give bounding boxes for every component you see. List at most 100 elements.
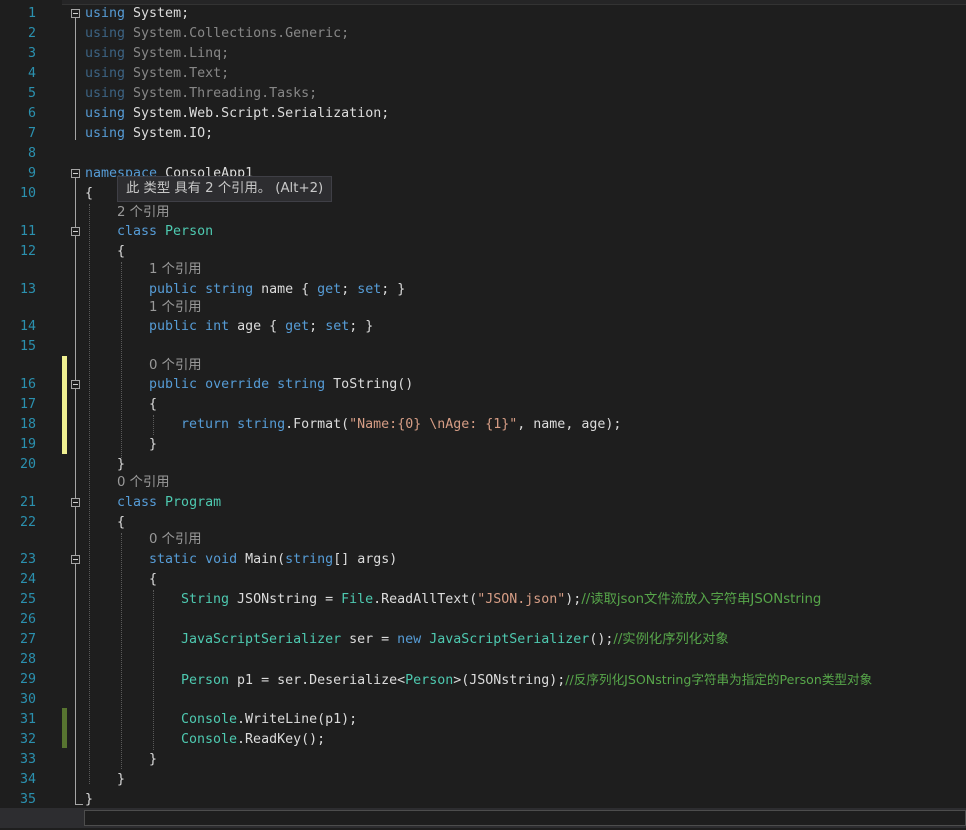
code-line[interactable]: Console.WriteLine(p1); — [181, 710, 357, 730]
string-literal: "Name:{0} \nAge: {1}" — [349, 417, 518, 432]
line-number: 23 — [19, 552, 36, 567]
keyword: using — [85, 66, 126, 81]
type-name: Console — [181, 712, 238, 727]
line-number: 30 — [19, 692, 36, 707]
type-name: Person — [405, 673, 454, 688]
code-line[interactable]: public string name { get; set; } — [149, 280, 405, 300]
code-text: System.IO; — [125, 126, 214, 141]
codelens-references[interactable]: 2 个引用 — [117, 204, 170, 222]
code-line[interactable]: } — [85, 790, 93, 810]
line-number: 14 — [19, 319, 36, 334]
code-line[interactable]: public int age { get; set; } — [149, 317, 373, 337]
code-text: Main( — [237, 552, 286, 567]
code-line[interactable]: JavaScriptSerializer ser = new JavaScrip… — [181, 630, 729, 650]
code-line[interactable]: class Program — [117, 493, 221, 513]
code-line[interactable]: static void Main(string[] args) — [149, 550, 397, 570]
code-line[interactable]: using System.Web.Script.Serialization; — [85, 104, 389, 124]
line-number: 8 — [27, 146, 36, 161]
line-number: 29 — [19, 672, 36, 687]
code-text: .Format( — [285, 417, 350, 432]
code-line[interactable]: class Person — [117, 222, 213, 242]
keyword: get — [317, 282, 342, 297]
change-marker-unsaved — [62, 356, 67, 454]
code-line[interactable]: } — [117, 770, 125, 790]
indent-guide — [121, 262, 122, 458]
collapse-icon[interactable] — [71, 9, 80, 18]
code-line[interactable]: } — [117, 455, 125, 475]
line-number: 16 — [19, 377, 36, 392]
brace: { — [85, 186, 94, 201]
codelens-references[interactable]: 0 个引用 — [149, 357, 202, 375]
brace: } — [117, 457, 126, 472]
outline-line — [75, 178, 76, 805]
code-line[interactable]: { — [149, 395, 157, 415]
code-text: ; } — [349, 319, 374, 334]
change-marker-saved — [62, 708, 67, 748]
collapse-icon[interactable] — [71, 555, 80, 564]
code-line[interactable]: using System.Collections.Generic; — [85, 24, 349, 44]
code-text: age { — [229, 319, 286, 334]
codelens-references[interactable]: 0 个引用 — [149, 531, 202, 549]
code-line[interactable]: Console.ReadKey(); — [181, 730, 325, 750]
line-number: 18 — [19, 417, 36, 432]
code-text: ; — [309, 319, 326, 334]
code-line[interactable]: return string.Format("Name:{0} \nAge: {1… — [181, 415, 621, 435]
comment: //反序列化JSONstring字符串为指定的Person类型对象 — [565, 672, 873, 687]
keyword: new — [397, 632, 422, 647]
code-line[interactable]: public override string ToString() — [149, 375, 413, 395]
keyword: set — [325, 319, 350, 334]
keyword: string — [237, 417, 286, 432]
codelens-references[interactable]: 1 个引用 — [149, 299, 202, 317]
type-name: File — [341, 592, 374, 607]
type-name: Program — [165, 495, 222, 510]
codelens-references[interactable]: 0 个引用 — [117, 474, 170, 492]
code-line[interactable]: { — [85, 184, 93, 204]
code-line[interactable]: { — [117, 242, 125, 262]
code-text: p1 = ser.Deserialize< — [229, 673, 406, 688]
collapse-icon[interactable] — [71, 169, 80, 178]
code-line[interactable]: } — [149, 750, 157, 770]
code-line[interactable]: } — [149, 435, 157, 455]
keyword: void — [205, 552, 238, 567]
keyword: class — [117, 224, 158, 239]
brace: } — [117, 772, 126, 787]
outline-end — [75, 804, 83, 805]
keyword: set — [357, 282, 382, 297]
line-number: 35 — [19, 792, 36, 807]
keyword: using — [85, 86, 126, 101]
code-line[interactable]: Person p1 = ser.Deserialize<Person>(JSON… — [181, 670, 872, 690]
code-line[interactable]: { — [149, 570, 157, 590]
type-name: Console — [181, 732, 238, 747]
code-line[interactable]: String JSONstring = File.ReadAllText("JS… — [181, 590, 821, 610]
codelens-references[interactable]: 1 个引用 — [149, 261, 202, 279]
code-line[interactable]: using System.Threading.Tasks; — [85, 84, 317, 104]
type-name: Person — [165, 224, 214, 239]
code-line[interactable]: using System.IO; — [85, 124, 213, 144]
line-number: 12 — [19, 244, 36, 259]
code-line[interactable]: using System; — [85, 4, 189, 24]
code-text: System.Threading.Tasks; — [125, 86, 318, 101]
collapse-icon[interactable] — [71, 380, 80, 389]
keyword: override — [205, 377, 270, 392]
horizontal-scrollbar[interactable] — [84, 810, 966, 826]
code-text: name { — [253, 282, 318, 297]
code-line[interactable]: { — [117, 513, 125, 533]
line-number: 13 — [19, 282, 36, 297]
keyword: string — [285, 552, 334, 567]
collapse-icon[interactable] — [71, 227, 80, 236]
code-text: .ReadKey(); — [237, 732, 326, 747]
line-number: 27 — [19, 632, 36, 647]
collapse-icon[interactable] — [71, 498, 80, 507]
code-line[interactable]: using System.Linq; — [85, 44, 229, 64]
brace: { — [149, 397, 158, 412]
brace: } — [149, 752, 158, 767]
line-number: 20 — [19, 457, 36, 472]
code-text: ; } — [381, 282, 406, 297]
line-number: 15 — [19, 339, 36, 354]
comment: //读取json文件流放入字符串JSONstring — [581, 592, 822, 607]
type-name: String — [181, 592, 230, 607]
line-number: 2 — [27, 26, 36, 41]
keyword: using — [85, 126, 126, 141]
line-number: 1 — [27, 6, 36, 21]
code-line[interactable]: using System.Text; — [85, 64, 229, 84]
